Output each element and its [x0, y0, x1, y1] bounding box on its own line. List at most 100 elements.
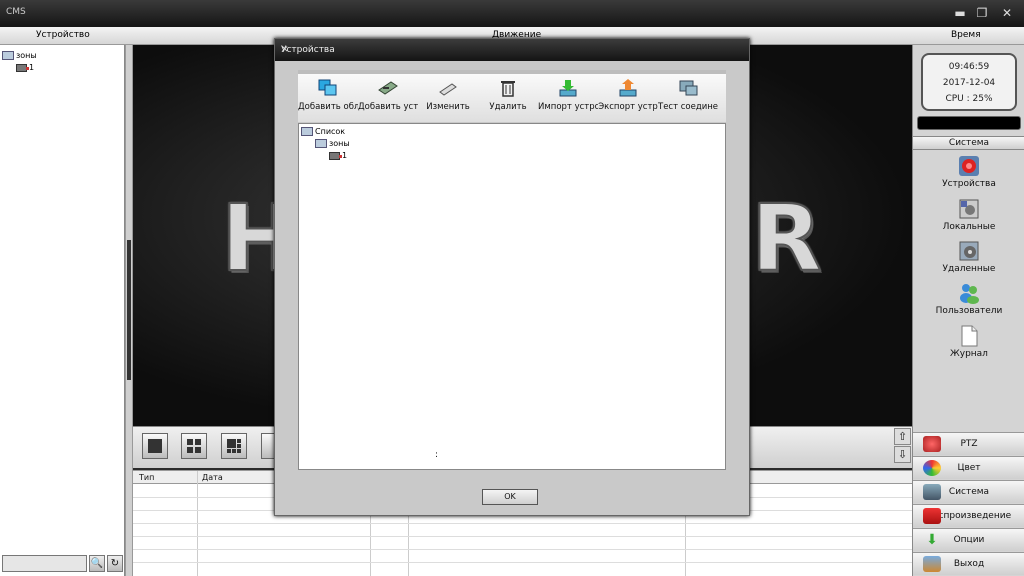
tree-item-list[interactable]: Список: [301, 127, 345, 136]
exit-icon: [923, 556, 941, 572]
test-connection-icon: [679, 80, 698, 96]
import-label: Импорт устро: [538, 102, 598, 112]
clock-time: 09:46:59: [948, 62, 990, 72]
layout-4-button[interactable]: [181, 433, 207, 459]
color-label: Цвет: [957, 463, 981, 473]
local-config-label: Локальные: [942, 222, 996, 232]
row-line: [133, 562, 912, 563]
local-config-button[interactable]: Локальные: [913, 198, 1024, 232]
status-bar: [917, 116, 1021, 130]
close-icon[interactable]: ✕: [281, 45, 741, 55]
tree-label: Список: [315, 127, 346, 136]
export-icon: [619, 79, 637, 97]
system-button[interactable]: Система: [913, 480, 1024, 503]
dialog-toolbar: Добавить обл Добавить устр Изменить Удал…: [298, 70, 726, 122]
log-button[interactable]: Журнал: [913, 325, 1024, 359]
system-section-header: Система: [913, 136, 1024, 150]
options-icon: ⬇: [926, 532, 938, 548]
tree-label: 1: [342, 151, 348, 160]
cpu-usage: CPU : 25%: [945, 94, 993, 104]
refresh-icon[interactable]: ↻: [107, 555, 123, 572]
remote-config-icon: [959, 241, 979, 261]
right-panel: 09:46:59 2017-12-04 CPU : 25% Система Ус…: [912, 45, 1024, 576]
add-device-button[interactable]: Добавить устр: [358, 78, 418, 122]
panel-splitter[interactable]: [125, 45, 133, 576]
test-connection-label: Тест соединени: [658, 102, 718, 112]
log-label: Журнал: [950, 349, 988, 359]
layout-6-button[interactable]: [221, 433, 247, 459]
device-list[interactable]: Список зоны 1 :: [298, 123, 726, 470]
search-input[interactable]: [2, 555, 87, 572]
edit-button[interactable]: Изменить: [418, 78, 478, 122]
header-time: Время: [951, 30, 981, 40]
folder-icon: [301, 127, 313, 136]
tree-label: зоны: [329, 139, 350, 148]
row-line: [133, 523, 912, 524]
scroll-up-icon[interactable]: ⇧: [894, 428, 911, 445]
remote-config-button[interactable]: Удаленные: [913, 240, 1024, 274]
search-icon[interactable]: 🔍: [89, 555, 105, 572]
splitter-handle[interactable]: [127, 240, 131, 380]
header-device: Устройство: [36, 30, 90, 40]
playback-icon: [923, 508, 941, 524]
add-area-button[interactable]: Добавить обл: [298, 78, 358, 122]
options-label: Опции: [953, 535, 985, 545]
add-device-label: Добавить устр: [358, 102, 418, 112]
tree-item-device[interactable]: 1: [16, 63, 34, 72]
clock-display: 09:46:59 2017-12-04 CPU : 25%: [921, 53, 1017, 111]
clock-date: 2017-12-04: [942, 78, 996, 88]
color-button[interactable]: Цвет: [913, 456, 1024, 479]
import-icon: [559, 80, 577, 97]
import-button[interactable]: Импорт устро: [538, 78, 598, 122]
stray-text: :: [435, 450, 439, 460]
ok-button[interactable]: OK: [482, 489, 538, 505]
color-icon: [923, 460, 941, 476]
six-view-icon: [227, 439, 241, 453]
tree-item-device[interactable]: 1: [329, 151, 347, 160]
add-area-label: Добавить обл: [298, 102, 358, 112]
export-label: Экспорт устр: [598, 102, 658, 112]
edit-icon: [439, 83, 457, 96]
devices-icon: [959, 156, 979, 176]
tree-item-zones[interactable]: зоны: [315, 139, 350, 148]
test-connection-button[interactable]: Тест соединени: [658, 78, 718, 122]
local-config-icon: [959, 199, 979, 219]
devices-label: Устройства: [942, 179, 996, 189]
trash-icon: [501, 81, 515, 97]
devices-dialog: Устройства ✕ Добавить обл Добавить устр …: [274, 38, 750, 516]
single-view-icon: [148, 439, 162, 453]
scroll-down-icon[interactable]: ⇩: [894, 446, 911, 463]
maximize-icon[interactable]: ❐: [974, 5, 990, 21]
tree-item-zones[interactable]: зоны: [2, 51, 37, 60]
device-icon: [16, 63, 29, 72]
options-button[interactable]: ⬇ Опции: [913, 528, 1024, 551]
minimize-icon[interactable]: ▬: [952, 5, 968, 21]
devices-button[interactable]: Устройства: [913, 155, 1024, 189]
layout-1-button[interactable]: [142, 433, 168, 459]
users-button[interactable]: Пользователи: [913, 282, 1024, 316]
playback-button[interactable]: Воспроизведение: [913, 504, 1024, 527]
exit-label: Выход: [953, 559, 985, 569]
remote-config-label: Удаленные: [942, 264, 996, 274]
delete-label: Удалить: [489, 102, 527, 112]
close-icon[interactable]: ✕: [999, 5, 1015, 21]
dialog-title-bar: Устройства ✕: [275, 39, 749, 61]
layout-9-button[interactable]: [261, 433, 275, 459]
exit-button[interactable]: Выход: [913, 552, 1024, 575]
quad-view-icon: [187, 439, 201, 453]
column-type: Тип: [139, 473, 155, 482]
edit-label: Изменить: [426, 102, 470, 112]
ptz-label: PTZ: [960, 439, 978, 449]
add-device-icon: [378, 81, 398, 95]
zone-icon: [2, 51, 14, 60]
delete-button[interactable]: Удалить: [478, 78, 538, 122]
tree-label: 1: [29, 63, 35, 72]
ptz-button[interactable]: PTZ: [913, 432, 1024, 455]
export-button[interactable]: Экспорт устр: [598, 78, 658, 122]
column-date: Дата: [202, 473, 223, 482]
row-line: [133, 536, 912, 537]
row-line: [133, 549, 912, 550]
device-icon: [329, 151, 342, 160]
zone-icon: [315, 139, 327, 148]
system-icon: [923, 484, 941, 500]
